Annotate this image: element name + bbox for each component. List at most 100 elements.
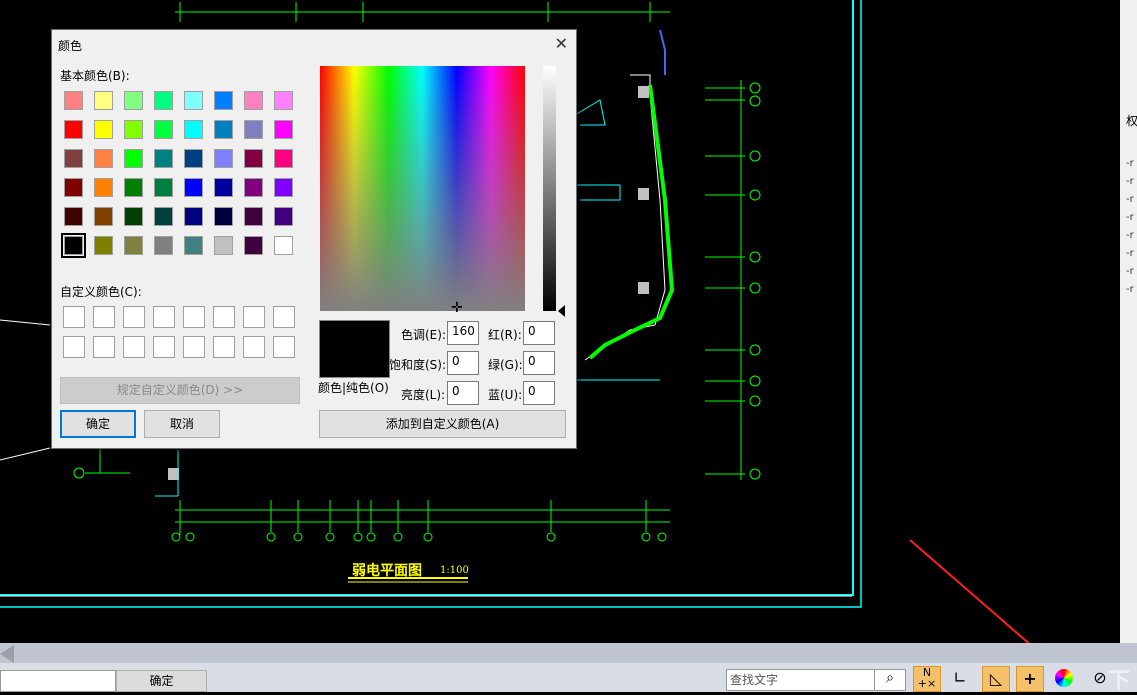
- custom-color-slot[interactable]: [183, 306, 205, 328]
- basic-color-swatch[interactable]: [274, 120, 293, 139]
- custom-color-slot[interactable]: [213, 336, 235, 358]
- basic-color-swatch[interactable]: [214, 120, 233, 139]
- basic-color-swatch[interactable]: [154, 120, 173, 139]
- search-text-input[interactable]: 查找文字: [726, 669, 876, 691]
- hue-label: 色调(E):: [401, 328, 446, 342]
- custom-color-slot[interactable]: [63, 306, 85, 328]
- basic-color-swatch[interactable]: [244, 120, 263, 139]
- cancel-button[interactable]: 取消: [144, 410, 220, 438]
- red-input[interactable]: 0: [523, 321, 555, 345]
- basic-color-swatch[interactable]: [124, 178, 143, 197]
- color-wheel-icon[interactable]: [1050, 666, 1078, 692]
- basic-color-swatch[interactable]: [274, 207, 293, 226]
- basic-color-swatch[interactable]: [154, 236, 173, 255]
- basic-color-swatch[interactable]: [94, 178, 113, 197]
- basic-color-swatch[interactable]: [64, 149, 83, 168]
- saturation-label: 饱和度(S):: [389, 358, 447, 372]
- snap-toggle-icon[interactable]: N +×: [913, 666, 941, 692]
- basic-color-swatch[interactable]: [154, 207, 173, 226]
- basic-color-swatch[interactable]: [244, 178, 263, 197]
- basic-color-swatch[interactable]: [124, 207, 143, 226]
- basic-color-swatch[interactable]: [154, 149, 173, 168]
- blue-label: 蓝(U):: [488, 388, 523, 402]
- crosshair-icon: ✛: [451, 300, 463, 316]
- luminance-input[interactable]: 0: [447, 381, 479, 405]
- custom-color-slot[interactable]: [213, 306, 235, 328]
- custom-color-slot[interactable]: [123, 306, 145, 328]
- ok-tab[interactable]: 确定: [116, 670, 207, 692]
- define-custom-colors-button[interactable]: 规定自定义颜色(D) >>: [60, 377, 300, 404]
- basic-color-swatch[interactable]: [64, 178, 83, 197]
- basic-color-swatch[interactable]: [124, 236, 143, 255]
- basic-color-swatch[interactable]: [154, 91, 173, 110]
- basic-color-swatch[interactable]: [214, 236, 233, 255]
- basic-color-swatch[interactable]: [274, 236, 293, 255]
- color-dialog: 颜色 ✕ 基本颜色(B): 自定义颜色(C): 规定自定义颜色(D) >> 确定…: [51, 29, 577, 449]
- basic-color-swatch[interactable]: [184, 149, 203, 168]
- custom-colors-label: 自定义颜色(C):: [60, 285, 142, 299]
- custom-color-slot[interactable]: [153, 336, 175, 358]
- basic-color-swatch[interactable]: [184, 236, 203, 255]
- luminance-slider[interactable]: [543, 66, 556, 311]
- green-input[interactable]: 0: [523, 351, 555, 375]
- basic-color-swatch[interactable]: [61, 233, 86, 258]
- red-label: 红(R):: [488, 328, 522, 342]
- ok-button[interactable]: 确定: [60, 410, 136, 438]
- basic-color-swatch[interactable]: [184, 91, 203, 110]
- custom-color-slot[interactable]: [243, 306, 265, 328]
- basic-color-swatch[interactable]: [214, 91, 233, 110]
- basic-color-swatch[interactable]: [94, 120, 113, 139]
- crosshair-toggle-icon[interactable]: +: [1016, 666, 1044, 692]
- basic-color-swatch[interactable]: [154, 178, 173, 197]
- basic-color-swatch[interactable]: [124, 120, 143, 139]
- command-line-field[interactable]: [0, 670, 116, 692]
- basic-color-swatch[interactable]: [274, 149, 293, 168]
- basic-color-swatch[interactable]: [184, 178, 203, 197]
- basic-color-swatch[interactable]: [184, 120, 203, 139]
- basic-color-swatch[interactable]: [244, 149, 263, 168]
- status-bar: 确定 查找文字 ⌕ N +× ∟ ◺ + ⊘ 下: [0, 643, 1137, 694]
- custom-color-slot[interactable]: [123, 336, 145, 358]
- blue-input[interactable]: 0: [523, 381, 555, 405]
- custom-color-slot[interactable]: [243, 336, 265, 358]
- basic-color-swatch[interactable]: [94, 236, 113, 255]
- basic-color-swatch[interactable]: [64, 207, 83, 226]
- basic-color-swatch[interactable]: [274, 91, 293, 110]
- custom-color-slot[interactable]: [273, 336, 295, 358]
- luminance-pointer-icon[interactable]: [558, 305, 565, 317]
- tab-scroll-left-icon[interactable]: [0, 645, 14, 663]
- basic-color-swatch[interactable]: [244, 91, 263, 110]
- basic-color-swatch[interactable]: [214, 207, 233, 226]
- color-preview: [319, 320, 390, 378]
- custom-color-slot[interactable]: [63, 336, 85, 358]
- ortho-icon[interactable]: ∟: [946, 666, 974, 692]
- basic-color-swatch[interactable]: [64, 120, 83, 139]
- basic-color-swatch[interactable]: [124, 91, 143, 110]
- basic-color-swatch[interactable]: [244, 207, 263, 226]
- basic-color-swatch[interactable]: [214, 178, 233, 197]
- basic-color-swatch[interactable]: [214, 149, 233, 168]
- custom-color-slot[interactable]: [153, 306, 175, 328]
- basic-color-swatch[interactable]: [274, 178, 293, 197]
- basic-color-swatch[interactable]: [94, 207, 113, 226]
- custom-color-slot[interactable]: [93, 306, 115, 328]
- luminance-label: 亮度(L):: [401, 388, 446, 402]
- custom-color-slot[interactable]: [93, 336, 115, 358]
- basic-color-swatch[interactable]: [184, 207, 203, 226]
- custom-color-slot[interactable]: [183, 336, 205, 358]
- basic-color-swatch[interactable]: [124, 149, 143, 168]
- add-to-custom-colors-button[interactable]: 添加到自定义颜色(A): [319, 410, 566, 438]
- saturation-input[interactable]: 0: [447, 351, 479, 375]
- hue-input[interactable]: 160: [447, 321, 479, 345]
- color-spectrum[interactable]: [320, 66, 525, 311]
- basic-color-swatch[interactable]: [244, 236, 263, 255]
- green-label: 绿(G):: [488, 358, 523, 372]
- properties-panel: 权 -r -r -r -r -r -r -r -r: [1126, 114, 1137, 295]
- search-icon[interactable]: ⌕: [874, 669, 906, 691]
- polar-tracking-icon[interactable]: ◺: [982, 666, 1010, 692]
- close-icon[interactable]: ✕: [555, 34, 568, 53]
- basic-color-swatch[interactable]: [94, 91, 113, 110]
- basic-color-swatch[interactable]: [94, 149, 113, 168]
- basic-color-swatch[interactable]: [64, 91, 83, 110]
- custom-color-slot[interactable]: [273, 306, 295, 328]
